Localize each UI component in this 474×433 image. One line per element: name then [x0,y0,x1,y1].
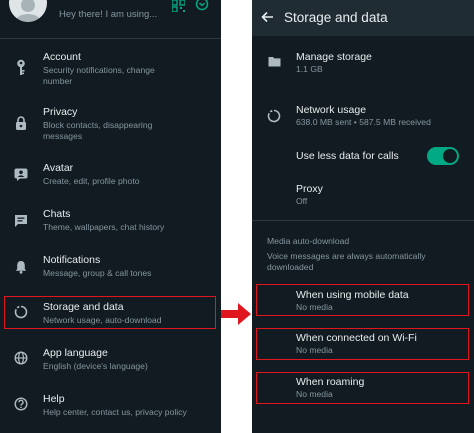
manage-storage-item[interactable]: Manage storage 1.1 GB [252,46,474,80]
settings-item-help[interactable]: Help Help center, contact us, privacy po… [0,388,221,424]
less-data-calls-item[interactable]: Use less data for calls [252,144,474,170]
settings-item-title: Avatar [43,162,74,174]
settings-item-avatar[interactable]: Avatar Create, edit, profile photo [0,157,221,193]
profile-status: Hey there! I am using... [59,9,158,20]
settings-item-subtitle: Block contacts, disappearing messages [43,120,153,141]
key-icon [14,59,28,75]
manage-storage-subtitle: 1.1 GB [296,64,323,74]
highlight-box-mobile-data [256,284,469,316]
settings-item-subtitle: Theme, wallpapers, chat history [43,222,165,232]
globe-icon [14,351,28,365]
network-usage-title: Network usage [296,104,367,116]
bell-icon [14,259,28,274]
settings-item-chats[interactable]: Chats Theme, wallpapers, chat history [0,203,221,239]
toggle-knob [443,149,457,163]
settings-item-subtitle: English (device's language) [43,361,148,371]
settings-item-account[interactable]: Account Security notifications, change n… [0,46,221,90]
settings-item-title: Privacy [43,106,78,118]
less-data-calls-title: Use less data for calls [296,150,399,162]
navigation-arrow-icon [221,301,252,327]
folder-icon [267,55,281,67]
auto-download-note: Voice messages are always automatically … [267,251,426,272]
settings-item-subtitle: Help center, contact us, privacy policy [43,407,187,417]
settings-item-title: Account [43,51,81,63]
storage-and-data-panel: Storage and data Manage storage 1.1 GB N… [252,0,474,433]
manage-storage-title: Manage storage [296,51,372,63]
settings-item-title: Notifications [43,254,101,266]
settings-item-subtitle: Message, group & call tones [43,268,152,278]
profile-divider [0,38,221,39]
help-icon [14,397,28,411]
highlight-box-storage [4,296,216,329]
section-divider [252,220,474,221]
proxy-title: Proxy [296,183,323,195]
highlight-box-roaming [256,372,469,404]
back-arrow-icon[interactable] [260,10,274,24]
settings-item-privacy[interactable]: Privacy Block contacts, disappearing mes… [0,101,221,147]
highlight-box-wifi [256,328,469,360]
settings-item-title: App language [43,347,108,359]
page-title: Storage and data [284,10,388,25]
lock-icon [14,115,28,131]
chat-icon [14,213,28,227]
profile-header[interactable]: Hey there! I am using... [0,0,221,36]
data-usage-icon [267,109,281,123]
proxy-item[interactable]: Proxy Off [252,180,474,212]
settings-item-subtitle: Security notifications, change number [43,65,155,86]
settings-item-title: Help [43,393,65,405]
network-usage-subtitle: 638.0 MB sent • 587.5 MB received [296,117,431,127]
settings-item-app-language[interactable]: App language English (device's language) [0,342,221,378]
less-data-calls-toggle[interactable] [427,147,459,165]
proxy-subtitle: Off [296,196,308,206]
profile-avatar[interactable] [9,0,47,22]
settings-item-title: Chats [43,208,71,220]
app-bar: Storage and data [252,0,474,36]
network-usage-item[interactable]: Network usage 638.0 MB sent • 587.5 MB r… [252,100,474,134]
settings-item-subtitle: Create, edit, profile photo [43,176,140,186]
qr-code-icon[interactable] [171,0,185,12]
avatar-icon [14,167,28,181]
settings-panel: Hey there! I am using... Account Securit… [0,0,221,433]
settings-item-notifications[interactable]: Notifications Message, group & call tone… [0,249,221,285]
expand-circle-icon[interactable] [195,0,209,11]
section-header: Media auto-download [267,236,350,246]
